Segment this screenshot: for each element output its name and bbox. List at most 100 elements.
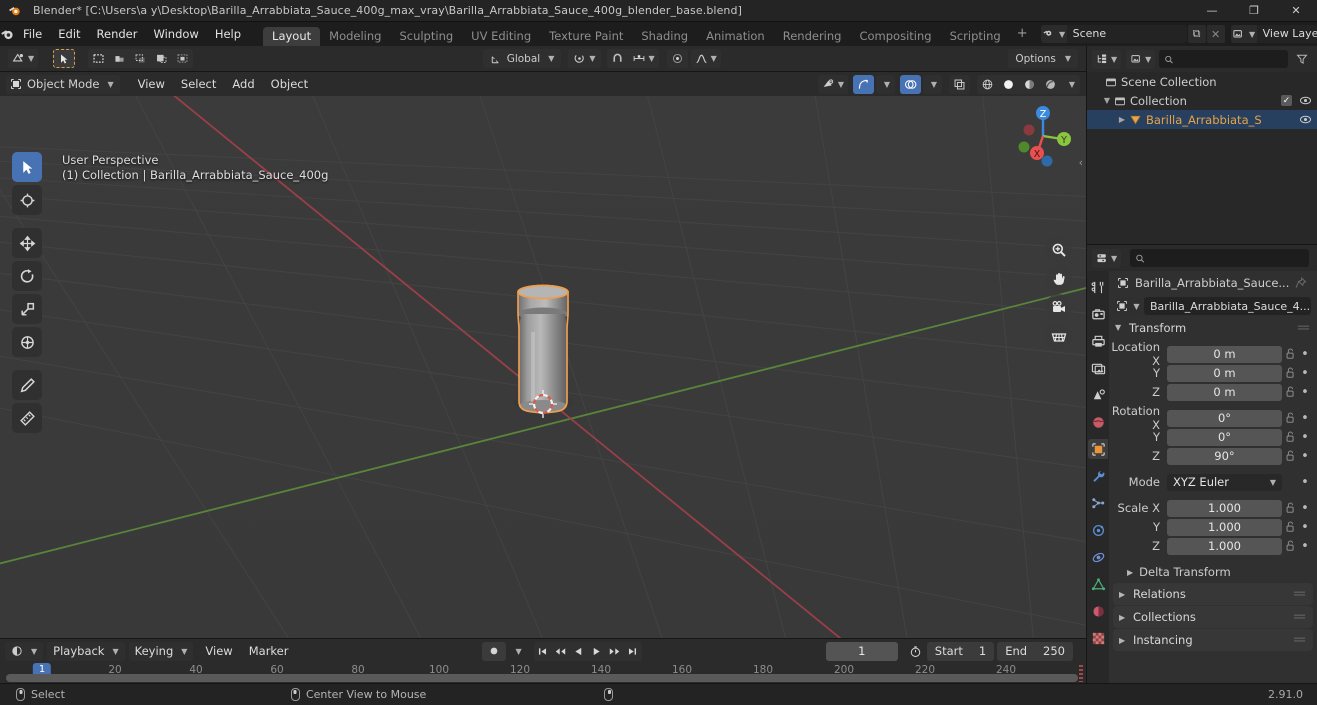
outliner-search-box[interactable] xyxy=(1159,50,1288,68)
timeline-editor[interactable]: ▼ Playback ▼ Keying ▼ View Marker ▼ 1 St… xyxy=(0,638,1086,684)
animate-property-dot[interactable]: • xyxy=(1298,501,1312,516)
properties-tab-render[interactable] xyxy=(1088,304,1108,324)
scale-x-value[interactable]: 1.000 xyxy=(1167,499,1282,517)
viewport-menu-add[interactable]: Add xyxy=(224,74,262,94)
workspace-tab-texture-paint[interactable]: Texture Paint xyxy=(540,27,632,46)
workspace-tab-compositing[interactable]: Compositing xyxy=(850,27,940,46)
close-button[interactable]: ✕ xyxy=(1275,0,1317,22)
chevron-down-icon[interactable]: ▼ xyxy=(1100,96,1114,105)
properties-tab-view-layer[interactable] xyxy=(1088,358,1108,378)
select-lasso-icon[interactable] xyxy=(130,49,151,68)
scene-browse-icon[interactable]: ▼ xyxy=(1040,25,1067,43)
unlink-scene-button[interactable]: ✕ xyxy=(1206,25,1225,43)
cursor-tool-button[interactable] xyxy=(12,185,42,215)
pin-icon[interactable] xyxy=(1295,277,1309,289)
transform-panel-header[interactable]: ▼ Transform xyxy=(1109,317,1317,338)
workspace-tab-modeling[interactable]: Modeling xyxy=(320,27,390,46)
sidebar-collapse-arrow-icon[interactable]: ‹ xyxy=(1079,156,1083,169)
workspace-tab-layout[interactable]: Layout xyxy=(263,27,321,46)
workspace-tab-animation[interactable]: Animation xyxy=(697,27,774,46)
options-dropdown[interactable]: Options ▼ xyxy=(1008,49,1079,68)
select-extend-icon[interactable] xyxy=(151,49,172,68)
instancing-panel-header[interactable]: ▶ Instancing xyxy=(1113,629,1313,651)
lock-icon[interactable] xyxy=(1282,450,1298,462)
view-layer-browse-icon[interactable]: ▼ xyxy=(1230,25,1257,43)
lock-icon[interactable] xyxy=(1282,540,1298,552)
viewport-canvas[interactable]: User Perspective (1) Collection | Barill… xyxy=(0,96,1086,638)
animate-property-dot[interactable]: • xyxy=(1298,430,1312,445)
timeline-ruler[interactable]: 20 40 60 80 100 120 140 160 180 200 220 … xyxy=(0,663,1086,684)
menu-help[interactable]: Help xyxy=(207,22,249,46)
properties-tab-texture[interactable] xyxy=(1088,628,1108,648)
animate-property-dot[interactable]: • xyxy=(1298,539,1312,554)
lock-icon[interactable] xyxy=(1282,521,1298,533)
chevron-right-icon[interactable]: ▶ xyxy=(1115,115,1129,124)
menu-edit[interactable]: Edit xyxy=(50,22,88,46)
lock-icon[interactable] xyxy=(1282,367,1298,379)
magnet-icon[interactable] xyxy=(607,49,628,68)
view-layer-name[interactable]: View Layer xyxy=(1256,25,1317,43)
shading-dropdown-icon[interactable]: ▼ xyxy=(1061,75,1080,94)
select-circle-icon[interactable] xyxy=(109,49,130,68)
location-z-value[interactable]: 0 m xyxy=(1167,383,1282,401)
workspace-tab-sculpting[interactable]: Sculpting xyxy=(390,27,462,46)
properties-tab-constraints[interactable] xyxy=(1088,547,1108,567)
rotation-mode-dropdown[interactable]: XYZ Euler ▼ xyxy=(1167,473,1282,491)
relations-panel-header[interactable]: ▶ Relations xyxy=(1113,583,1313,605)
wireframe-icon[interactable] xyxy=(977,75,998,94)
chevron-right-icon[interactable]: ▶ xyxy=(1127,568,1133,577)
select-intersect-icon[interactable] xyxy=(172,49,193,68)
falloff-curve-icon[interactable]: ▼ xyxy=(690,49,721,68)
timeline-horizontal-scrollbar[interactable] xyxy=(6,674,1078,682)
object-eye-icon[interactable] xyxy=(1299,113,1312,126)
solid-icon[interactable] xyxy=(998,75,1019,94)
measure-tool-button[interactable] xyxy=(12,403,42,433)
collection-eye-icon[interactable] xyxy=(1299,94,1312,107)
workspace-tab-shading[interactable]: Shading xyxy=(632,27,697,46)
chevron-down-icon[interactable]: ▼ xyxy=(1115,323,1124,332)
properties-tab-scene[interactable] xyxy=(1088,385,1108,405)
rotation-y-value[interactable]: 0° xyxy=(1167,428,1282,446)
snap-target-icon[interactable]: ▼ xyxy=(628,49,659,68)
animate-property-dot[interactable]: • xyxy=(1298,449,1312,464)
object-name-field[interactable]: Barilla_Arrabbiata_Sauce_4... xyxy=(1144,297,1311,315)
lock-icon[interactable] xyxy=(1282,502,1298,514)
zoom-icon[interactable] xyxy=(1045,236,1072,263)
lock-icon[interactable] xyxy=(1282,348,1298,360)
overlays-icon[interactable] xyxy=(900,74,921,94)
animate-property-dot[interactable]: • xyxy=(1298,347,1312,362)
chevron-right-icon[interactable]: ▶ xyxy=(1119,636,1128,645)
object-browse-icon[interactable]: ▼ xyxy=(1115,297,1141,315)
rotate-tool-button[interactable] xyxy=(12,261,42,291)
workspace-tab-scripting[interactable]: Scripting xyxy=(941,27,1010,46)
gizmo-dropdown-icon[interactable]: ▼ xyxy=(876,74,895,94)
grid-ortho-icon[interactable] xyxy=(1045,323,1072,350)
gizmo-icon[interactable] xyxy=(853,74,874,94)
outliner-search-input[interactable] xyxy=(1178,52,1283,66)
start-frame-field[interactable]: Start 1 xyxy=(926,641,995,661)
scale-tool-button[interactable] xyxy=(12,294,42,324)
properties-search-box[interactable] xyxy=(1130,249,1309,267)
jump-to-start-icon[interactable] xyxy=(534,642,552,661)
transform-orientation-dropdown[interactable]: Global ▼ xyxy=(482,49,562,68)
animate-property-dot[interactable]: • xyxy=(1298,366,1312,381)
timeline-menu-marker[interactable]: Marker xyxy=(241,641,297,661)
rendered-icon[interactable] xyxy=(1040,75,1061,94)
move-tool-button[interactable] xyxy=(12,228,42,258)
properties-tab-physics[interactable] xyxy=(1088,520,1108,540)
camera-icon[interactable] xyxy=(1045,294,1072,321)
navigation-gizmo[interactable]: Z Y X xyxy=(1010,103,1076,169)
tweak-tool-button[interactable] xyxy=(12,152,42,182)
playback-dropdown[interactable]: Playback ▼ xyxy=(47,641,125,661)
menu-render[interactable]: Render xyxy=(89,22,146,46)
hand-pan-icon[interactable] xyxy=(1045,265,1072,292)
xray-icon[interactable] xyxy=(949,74,970,94)
scale-y-value[interactable]: 1.000 xyxy=(1167,518,1282,536)
lock-icon[interactable] xyxy=(1282,412,1298,424)
current-frame-field[interactable]: 1 xyxy=(825,641,898,661)
lock-icon[interactable] xyxy=(1282,431,1298,443)
3d-viewport[interactable]: ▼ Global ▼ ▼ ▼ ▼ Options ▼ Object Mode ▼… xyxy=(0,46,1086,638)
blender-menu-icon[interactable] xyxy=(0,22,15,46)
keying-dropdown[interactable]: Keying ▼ xyxy=(128,641,194,661)
material-preview-icon[interactable] xyxy=(1019,75,1040,94)
